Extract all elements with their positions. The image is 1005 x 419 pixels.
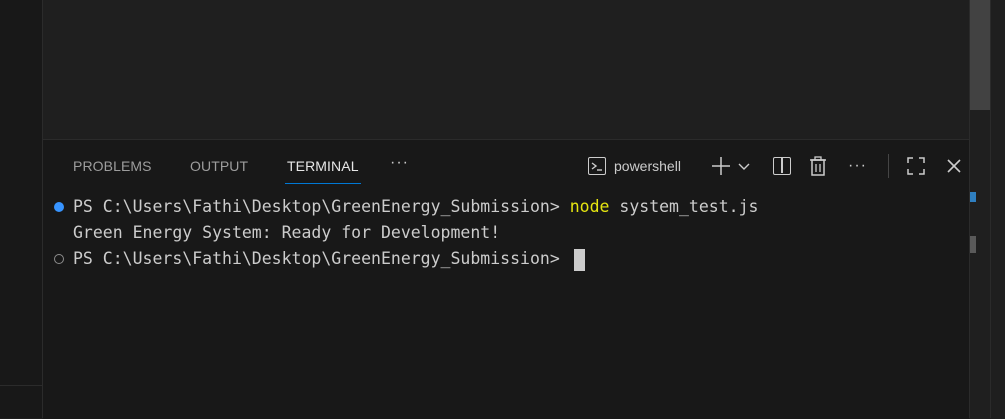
chevron-down-icon	[738, 163, 750, 170]
command-success-icon[interactable]	[54, 202, 64, 212]
prompt-text: PS C:\Users\Fathi\Desktop\GreenEnergy_Su…	[73, 249, 570, 268]
tab-terminal-label: TERMINAL	[287, 158, 359, 174]
active-tab-indicator	[285, 183, 361, 184]
terminal-line: PS C:\Users\Fathi\Desktop\GreenEnergy_Su…	[73, 247, 585, 271]
tab-output[interactable]: OUTPUT	[190, 158, 248, 180]
more-actions-icon[interactable]: ···	[848, 153, 867, 179]
terminal-line: PS C:\Users\Fathi\Desktop\GreenEnergy_Su…	[73, 195, 758, 219]
output-text: Green Energy System: Ready for Developme…	[73, 223, 501, 242]
terminal-name: powershell	[614, 158, 681, 174]
maximize-panel-button[interactable]	[906, 153, 926, 179]
launch-profile-dropdown[interactable]	[737, 153, 751, 179]
split-terminal-icon	[773, 157, 791, 175]
bottom-panel: PROBLEMS OUTPUT TERMINAL ··· powershell	[43, 139, 969, 419]
kill-terminal-button[interactable]	[809, 153, 827, 179]
command-empty-icon[interactable]	[54, 254, 64, 264]
plus-icon	[712, 157, 730, 175]
editor-scrollbar-thumb[interactable]	[970, 0, 990, 110]
rail-separator	[990, 0, 991, 418]
split-terminal-button[interactable]	[773, 153, 791, 179]
tab-problems[interactable]: PROBLEMS	[73, 158, 152, 180]
editor-area	[43, 0, 969, 139]
terminal-line: Green Energy System: Ready for Developme…	[73, 221, 500, 245]
tab-problems-label: PROBLEMS	[73, 158, 152, 174]
terminal-scrollbar-thumb[interactable]	[970, 236, 976, 253]
command-args: system_test.js	[609, 197, 759, 216]
terminal-cursor	[573, 248, 585, 271]
command-keyword: node	[569, 197, 610, 216]
trash-icon	[810, 156, 826, 176]
terminal-icon	[588, 157, 606, 175]
new-terminal-button[interactable]	[710, 153, 732, 179]
tab-terminal[interactable]: TERMINAL	[285, 158, 361, 184]
scroll-marker-blue	[970, 192, 976, 202]
prompt-text: PS C:\Users\Fathi\Desktop\GreenEnergy_Su…	[73, 197, 570, 216]
close-icon	[947, 159, 961, 173]
close-panel-button[interactable]	[946, 153, 962, 179]
terminal-selector[interactable]: powershell	[588, 153, 681, 179]
activity-bar-footer	[0, 385, 42, 418]
tab-output-label: OUTPUT	[190, 158, 249, 174]
activity-bar	[0, 0, 43, 418]
toolbar-divider	[888, 154, 889, 178]
maximize-panel-icon	[907, 157, 925, 175]
more-tabs-icon[interactable]: ···	[390, 154, 409, 172]
